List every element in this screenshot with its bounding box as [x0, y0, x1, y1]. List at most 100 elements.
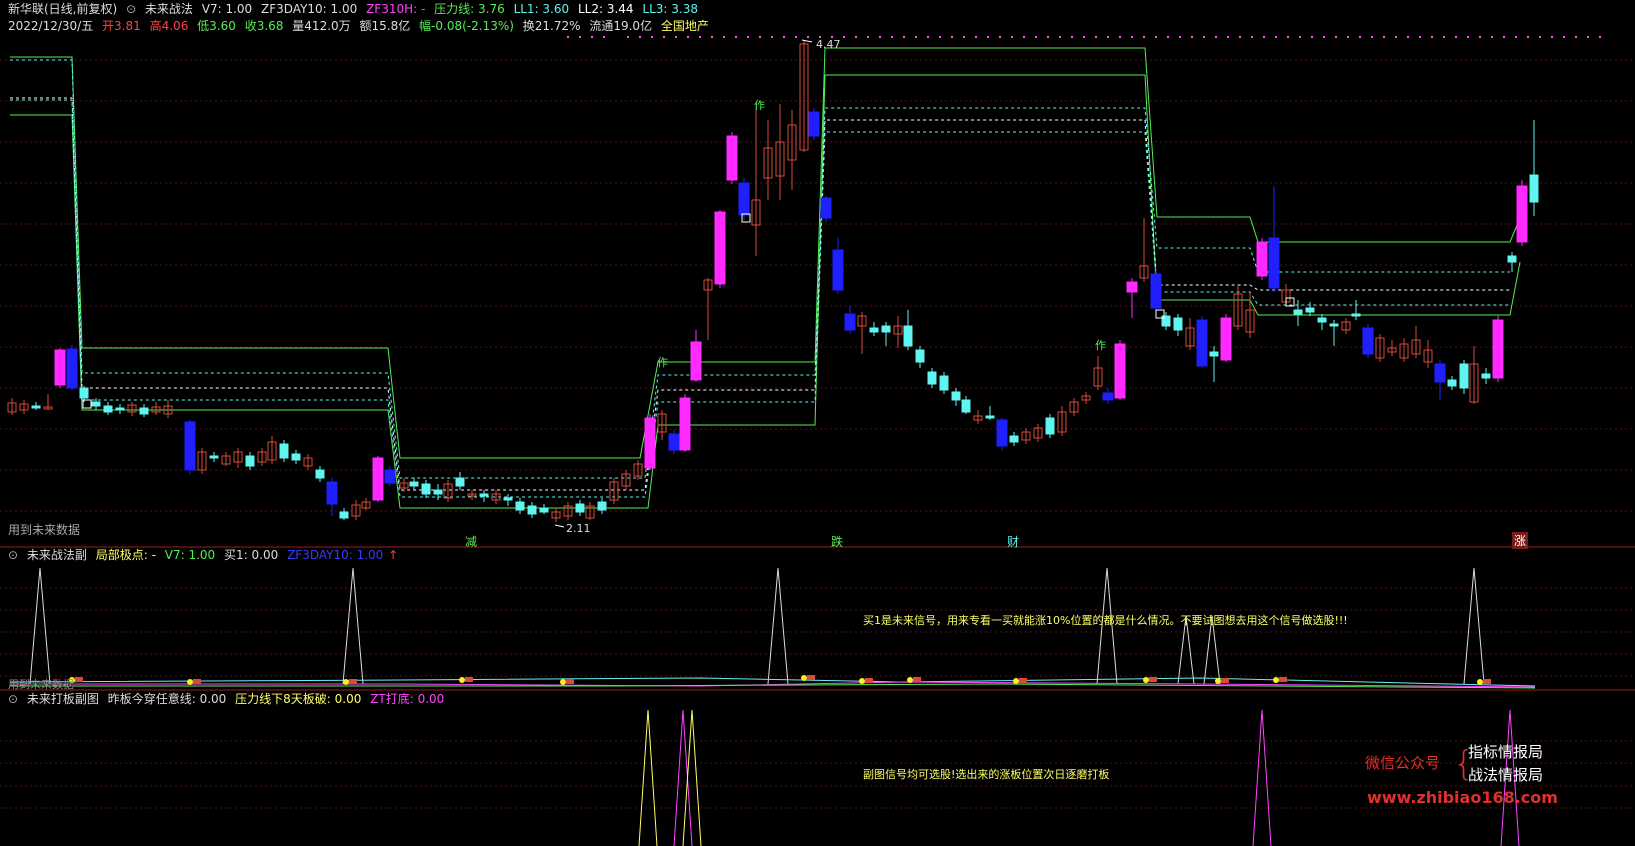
watermark-name-2: 战法情报局	[1468, 766, 1544, 784]
candle-body	[738, 182, 750, 216]
top-signal-dot	[903, 36, 905, 38]
p2-signal-label	[1149, 677, 1157, 682]
top-signal-dot	[1359, 36, 1361, 38]
candle-body	[726, 135, 738, 181]
top-signal-dot	[1131, 36, 1133, 38]
top-signal-dot	[1047, 36, 1049, 38]
panel3-collapse-icon[interactable]: ⊙	[8, 692, 18, 706]
yesterday-board-value: 昨板今穿任意线: 0.00	[107, 692, 227, 706]
candle-body	[1126, 281, 1138, 293]
candle-body	[539, 507, 549, 513]
panel2-title[interactable]: 未来战法副	[27, 548, 87, 562]
open-value: 开3.81	[102, 19, 141, 33]
top-signal-dot	[1539, 36, 1541, 38]
ll1-value: LL1: 3.60	[513, 2, 570, 16]
top-signal-dot	[1395, 36, 1397, 38]
p2-signal-label	[1221, 678, 1229, 683]
panel3-title[interactable]: 未来打板副图	[27, 692, 99, 706]
marker-cai: 财	[1007, 535, 1020, 549]
top-signal-dot	[1431, 36, 1433, 38]
candle-body	[209, 455, 219, 459]
top-signal-dot	[771, 36, 773, 38]
buy1-value: 买1: 0.00	[224, 548, 279, 562]
candle-body	[820, 197, 832, 219]
top-signal-dot	[1119, 36, 1121, 38]
top-signal-dot	[651, 36, 653, 38]
pressure-line	[10, 47, 1521, 459]
p2-signal-dot	[187, 679, 193, 685]
candle-body	[139, 407, 149, 415]
top-signal-dot	[1491, 36, 1493, 38]
candle-body	[339, 511, 349, 519]
candle-body	[915, 349, 925, 363]
p2-signal-dot	[1273, 677, 1279, 683]
spike-white	[342, 567, 364, 685]
p2-signal-label	[913, 677, 921, 682]
top-signal-dot	[1407, 36, 1409, 38]
candle-body	[384, 469, 396, 484]
candle-body	[668, 433, 680, 451]
candle-body	[515, 501, 525, 511]
top-signal-dot	[975, 36, 977, 38]
date-label: 2022/12/30/五	[8, 19, 94, 33]
top-signal-dot	[1587, 36, 1589, 38]
p2-signal-label	[1483, 679, 1491, 684]
top-signal-dot	[879, 36, 881, 38]
candle-body	[409, 481, 419, 487]
zuo-marker-1: 作	[754, 99, 765, 112]
top-signal-dot	[1071, 36, 1073, 38]
candle-body	[1434, 363, 1446, 383]
top-signal-dot	[843, 36, 845, 38]
candle-body	[1209, 351, 1219, 357]
header-row-2: 2022/12/30/五 开3.81 高4.06 低3.60 收3.68 量41…	[8, 19, 714, 33]
top-signal-dot	[1227, 36, 1229, 38]
top-signal-dot	[783, 36, 785, 38]
p2-signal-dot	[1215, 678, 1221, 684]
sector-label[interactable]: 全国地产	[661, 19, 709, 33]
candle-body	[644, 417, 656, 469]
marker-jian: 减	[465, 535, 478, 549]
top-signal-dot	[1467, 36, 1469, 38]
panel2-collapse-icon[interactable]: ⊙	[8, 548, 18, 562]
candle-body	[1256, 241, 1268, 277]
spike-white	[767, 567, 789, 685]
candle-body	[844, 313, 856, 331]
top-signal-dot	[759, 36, 761, 38]
close-value: 收3.68	[244, 19, 284, 33]
top-signal-dot	[1335, 36, 1337, 38]
candle-body	[1045, 417, 1055, 435]
top-signal-dot	[1347, 36, 1349, 38]
top-signal-dot	[1503, 36, 1505, 38]
indicator-name[interactable]: 未来战法	[145, 2, 193, 16]
p2-signal-dot	[1013, 678, 1019, 684]
top-signal-dot	[699, 36, 701, 38]
top-signal-dot	[627, 36, 629, 38]
p2-signal-dot	[801, 675, 807, 681]
top-signal-dot	[807, 36, 809, 38]
top-signal-dot	[795, 36, 797, 38]
candle-body	[996, 419, 1008, 447]
watermark-url[interactable]: www.zhibiao168.com	[1367, 788, 1558, 807]
top-signal-dot	[1551, 36, 1553, 38]
top-signal-dot	[1575, 36, 1577, 38]
top-signal-dot	[915, 36, 917, 38]
collapse-icon[interactable]: ⊙	[126, 2, 136, 16]
marker-die: 跌	[831, 535, 844, 549]
p3-spike	[638, 709, 658, 846]
candle-body	[326, 481, 338, 505]
candle-body	[1481, 373, 1491, 379]
stock-name[interactable]: 新华联(日线,前复权)	[8, 2, 117, 16]
p2-signal-label	[349, 679, 357, 684]
top-signal-dot	[675, 36, 677, 38]
top-signal-dot	[1035, 36, 1037, 38]
candle-body	[1293, 309, 1303, 315]
p2-signal-label	[1019, 678, 1027, 683]
level-line-2	[10, 99, 1510, 498]
top-signal-dot	[1215, 36, 1217, 38]
future-data-label: 用到未来数据	[8, 523, 81, 537]
spike-white	[1463, 567, 1485, 685]
top-signal-dot	[1011, 36, 1013, 38]
kline-chart-canvas[interactable]	[0, 0, 1635, 846]
top-signal-dot	[1599, 36, 1601, 38]
header-row-1: 新华联(日线,前复权) ⊙ 未来战法 V7: 1.00 ZF3DAY10: 1.…	[8, 2, 703, 16]
